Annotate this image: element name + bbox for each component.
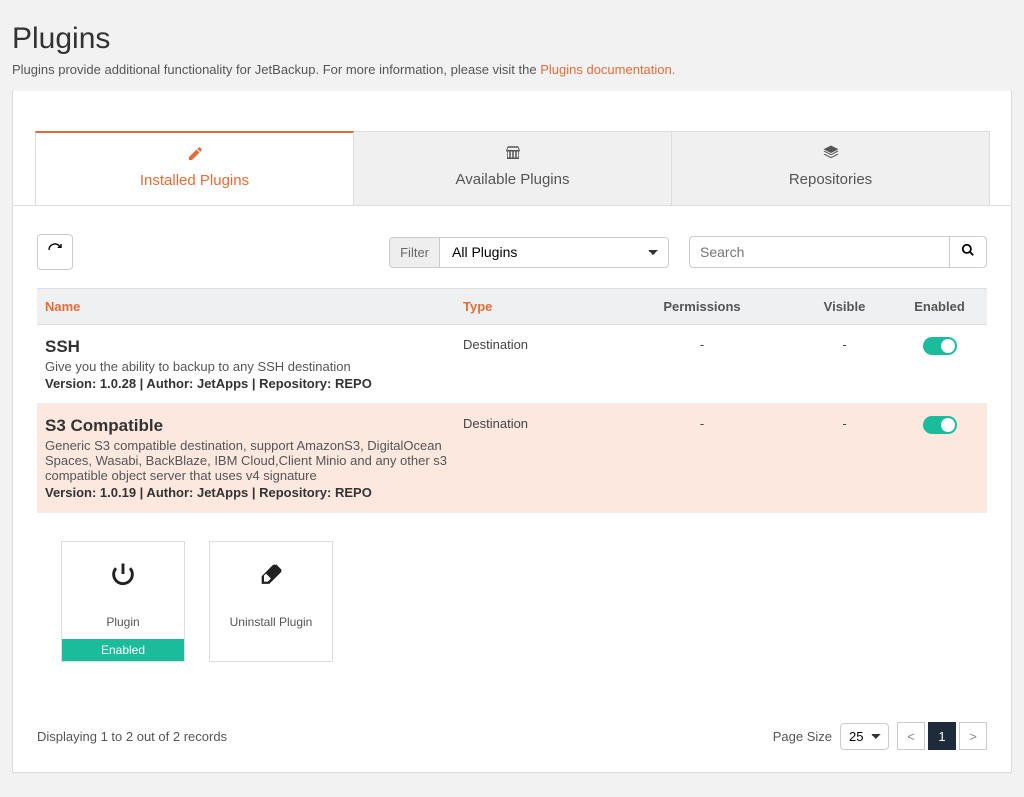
box-icon — [354, 144, 671, 167]
plugin-name: S3 Compatible — [45, 416, 447, 436]
filter-group: Filter All Plugins — [389, 237, 669, 268]
plugin-card-status: Enabled — [62, 639, 184, 661]
page-size-select[interactable]: 25 — [840, 723, 889, 750]
action-row: Plugin Enabled Uninstall Plugin — [37, 513, 987, 675]
col-permissions[interactable]: Permissions — [607, 289, 797, 325]
page-title: Plugins — [12, 22, 1012, 56]
col-enabled[interactable]: Enabled — [892, 289, 987, 325]
controls-row: Filter All Plugins — [37, 234, 987, 270]
uninstall-label: Uninstall Plugin — [230, 615, 313, 635]
main-card: Installed Plugins Available Plugins Repo… — [12, 91, 1012, 773]
tabs: Installed Plugins Available Plugins Repo… — [13, 91, 1011, 206]
search-button[interactable] — [949, 236, 987, 268]
uninstall-card[interactable]: Uninstall Plugin — [209, 541, 333, 662]
filter-select[interactable]: All Plugins — [439, 237, 669, 268]
power-icon — [109, 560, 137, 595]
refresh-button[interactable] — [37, 234, 73, 270]
search-icon — [961, 244, 975, 261]
plugin-visible: - — [797, 404, 892, 513]
docs-link[interactable]: Plugins documentation. — [540, 62, 675, 77]
page-subtitle: Plugins provide additional functionality… — [12, 62, 1012, 77]
plugin-meta: Version: 1.0.28 | Author: JetApps | Repo… — [45, 376, 447, 391]
next-page-button[interactable]: > — [959, 722, 987, 750]
page-1-button[interactable]: 1 — [928, 722, 956, 750]
plugin-card-label: Plugin — [106, 615, 139, 635]
plugin-name: SSH — [45, 337, 447, 357]
subtitle-text: Plugins provide additional functionality… — [12, 62, 540, 77]
prev-page-button[interactable]: < — [897, 722, 925, 750]
search-group — [689, 236, 987, 268]
tab-installed-plugins[interactable]: Installed Plugins — [35, 131, 354, 205]
pager: < 1 > — [897, 722, 987, 750]
plugin-permissions: - — [607, 325, 797, 404]
plugin-toggle-card[interactable]: Plugin Enabled — [61, 541, 185, 662]
col-visible[interactable]: Visible — [797, 289, 892, 325]
enabled-toggle[interactable] — [923, 337, 957, 355]
enabled-toggle[interactable] — [923, 416, 957, 434]
plugin-permissions: - — [607, 404, 797, 513]
tab-available-plugins[interactable]: Available Plugins — [353, 131, 672, 205]
plugin-desc: Generic S3 compatible destination, suppo… — [45, 438, 447, 483]
search-input[interactable] — [689, 236, 949, 268]
col-name[interactable]: Name — [37, 289, 455, 325]
tab-label: Installed Plugins — [140, 172, 249, 189]
refresh-icon — [47, 242, 63, 263]
col-type[interactable]: Type — [455, 289, 607, 325]
tab-label: Available Plugins — [456, 171, 570, 188]
table-row[interactable]: SSH Give you the ability to backup to an… — [37, 325, 987, 404]
page-size-label: Page Size — [773, 729, 832, 744]
plugin-type: Destination — [455, 325, 607, 404]
layers-icon — [672, 144, 989, 167]
filter-label: Filter — [389, 237, 439, 268]
plugin-visible: - — [797, 325, 892, 404]
eraser-icon — [257, 560, 285, 595]
tab-label: Repositories — [789, 171, 872, 188]
table-row[interactable]: S3 Compatible Generic S3 compatible dest… — [37, 404, 987, 513]
display-count-text: Displaying 1 to 2 out of 2 records — [37, 729, 227, 744]
plugin-type: Destination — [455, 404, 607, 513]
plugin-meta: Version: 1.0.19 | Author: JetApps | Repo… — [45, 485, 447, 500]
plugins-table: Name Type Permissions Visible Enabled SS… — [37, 288, 987, 674]
tab-repositories[interactable]: Repositories — [671, 131, 990, 205]
edit-icon — [36, 145, 353, 168]
plugin-desc: Give you the ability to backup to any SS… — [45, 359, 447, 374]
